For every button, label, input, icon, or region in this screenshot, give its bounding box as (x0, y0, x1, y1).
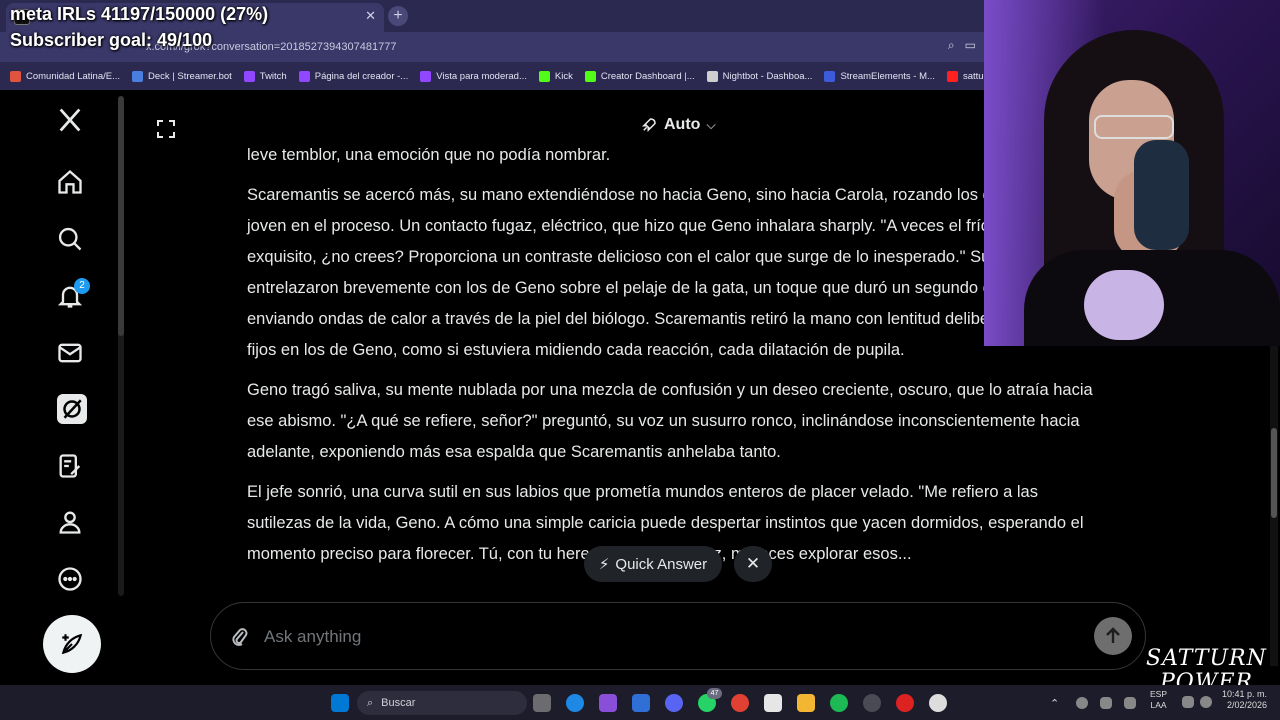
search-icon: ⌕ (367, 696, 374, 709)
copilot-icon[interactable] (599, 694, 617, 712)
settings-gear-icon[interactable] (929, 694, 947, 712)
taskbar-search-label: Buscar (381, 697, 416, 709)
obs-icon[interactable] (863, 694, 881, 712)
close-tab-icon[interactable]: ✕ (365, 8, 376, 24)
rocket-icon (641, 118, 656, 133)
bookmark-favicon-icon (132, 70, 144, 82)
compose-post-button[interactable] (43, 615, 101, 673)
bookmark-label: Kick (554, 70, 573, 82)
edge-icon[interactable] (566, 694, 584, 712)
volume-icon[interactable] (1200, 696, 1212, 708)
page-scrollbar[interactable] (1270, 346, 1278, 666)
meta-irls-overlay: meta IRLs 41197/150000 (27%) (10, 4, 269, 24)
chrome-icon[interactable] (731, 694, 749, 712)
whatsapp-badge: 47 (707, 688, 722, 699)
subscriber-goal-overlay: Subscriber goal: 49/100 (10, 30, 213, 50)
bookmark-favicon-icon (298, 70, 310, 82)
screen: ✕ + x.com/i/grok?conversation=2018527394… (0, 0, 1280, 720)
home-icon[interactable] (56, 168, 88, 200)
attach-paperclip-icon[interactable] (230, 626, 250, 648)
response-paragraph: leve temblor, una emoción que no podía n… (247, 146, 611, 164)
bookmark-favicon-icon (946, 70, 958, 82)
bookmark-favicon-icon (243, 70, 255, 82)
bookmark-favicon-icon (538, 70, 550, 82)
bookmark-label: Comunidad Latina/E... (26, 70, 121, 82)
bookmark-label: Nightbot - Dashboa... (722, 70, 813, 82)
model-mode-selector[interactable]: Auto ⌵ (640, 116, 716, 134)
search-icon[interactable] (56, 225, 88, 257)
bookmark-label: Vista para moderad... (436, 70, 527, 82)
chevron-down-icon: ⌵ (706, 117, 716, 132)
language-indicator[interactable]: ESP LAA (1150, 689, 1167, 711)
webcam-feed (984, 0, 1280, 346)
bookmark-favicon-icon (10, 70, 21, 82)
new-tab-button[interactable]: + (388, 6, 408, 26)
bookmark-label: Creator Dashboard |... (600, 70, 695, 82)
task-view-icon[interactable] (533, 694, 551, 712)
bookmark-item[interactable]: Vista para moderad... (420, 70, 527, 82)
ask-anything-input[interactable] (264, 624, 1064, 650)
bookmark-item[interactable]: Deck | Streamer.bot (132, 70, 232, 82)
bookmark-favicon-icon (706, 70, 718, 82)
bookmark-item[interactable]: Creator Dashboard |... (584, 70, 695, 82)
bookmark-favicon-icon (584, 70, 596, 82)
sidebar-scrollbar[interactable] (118, 96, 124, 596)
spotify-icon[interactable] (830, 694, 848, 712)
streaming-app-icon[interactable] (896, 694, 914, 712)
edit-list-icon[interactable] (56, 452, 88, 484)
profile-icon[interactable] (56, 508, 88, 540)
bookmark-label: satturn... (962, 70, 984, 82)
bookmark-item[interactable]: Comunidad Latina/E... (10, 70, 121, 82)
bookmark-label: Twitch (259, 70, 287, 82)
messages-mail-icon[interactable] (56, 339, 88, 371)
quick-answer-button[interactable]: ⚡ Quick Answer (584, 546, 722, 582)
bookmark-item[interactable]: Kick (538, 70, 573, 82)
tray-chevron-up-icon[interactable]: ⌃ (1050, 697, 1062, 710)
windows-start-icon[interactable] (331, 694, 349, 712)
quick-answer-label: Quick Answer (615, 555, 708, 573)
address-bar-icons: ⌕ ▭ (948, 38, 976, 53)
cast-icon[interactable]: ▭ (965, 38, 976, 53)
tray-mic-icon[interactable] (1124, 697, 1136, 709)
file-explorer-icon[interactable] (797, 694, 815, 712)
expand-fullscreen-icon[interactable] (155, 118, 177, 140)
zoom-icon[interactable]: ⌕ (948, 38, 955, 53)
bookmark-item[interactable]: Twitch (243, 70, 287, 82)
dismiss-quick-answer-button[interactable]: ✕ (734, 546, 772, 582)
bookmark-item[interactable]: satturn... (946, 70, 984, 82)
capcut-icon[interactable] (764, 694, 782, 712)
response-paragraph: Geno tragó saliva, su mente nublada por … (247, 381, 1093, 461)
system-clock[interactable]: 10:41 p. m. 2/02/2026 (1222, 689, 1267, 711)
more-options-icon[interactable] (56, 565, 88, 597)
mail-app-icon[interactable] (632, 694, 650, 712)
x-logo-icon[interactable] (56, 106, 88, 138)
compose-feather-icon (61, 633, 83, 655)
grok-response-text: leve temblor, una emoción que no podía n… (247, 140, 1097, 579)
bookmark-label: Deck | Streamer.bot (148, 70, 232, 82)
bookmark-item[interactable]: Nightbot - Dashboa... (706, 70, 813, 82)
tray-usb-icon[interactable] (1100, 697, 1112, 709)
grok-icon[interactable] (57, 394, 87, 424)
bookmark-favicon-icon (824, 70, 836, 82)
bookmark-label: Página del creador -... (314, 70, 409, 82)
notifications-badge: 2 (74, 278, 90, 294)
lightning-icon: ⚡ (598, 556, 610, 573)
bookmark-item[interactable]: Página del creador -... (298, 70, 409, 82)
response-paragraph: Scaremantis se acercó más, su mano exten… (247, 186, 1092, 359)
network-icon[interactable] (1182, 696, 1194, 708)
bookmark-label: StreamElements - M... (840, 70, 935, 82)
bookmark-favicon-icon (420, 70, 432, 82)
tray-app-icon[interactable] (1076, 697, 1088, 709)
taskbar-search[interactable]: ⌕ Buscar (357, 691, 527, 715)
mode-label: Auto (664, 116, 701, 133)
bookmarks-bar: Comunidad Latina/E... Deck | Streamer.bot… (0, 62, 984, 90)
discord-icon[interactable] (665, 694, 683, 712)
bookmark-item[interactable]: StreamElements - M... (824, 70, 935, 82)
